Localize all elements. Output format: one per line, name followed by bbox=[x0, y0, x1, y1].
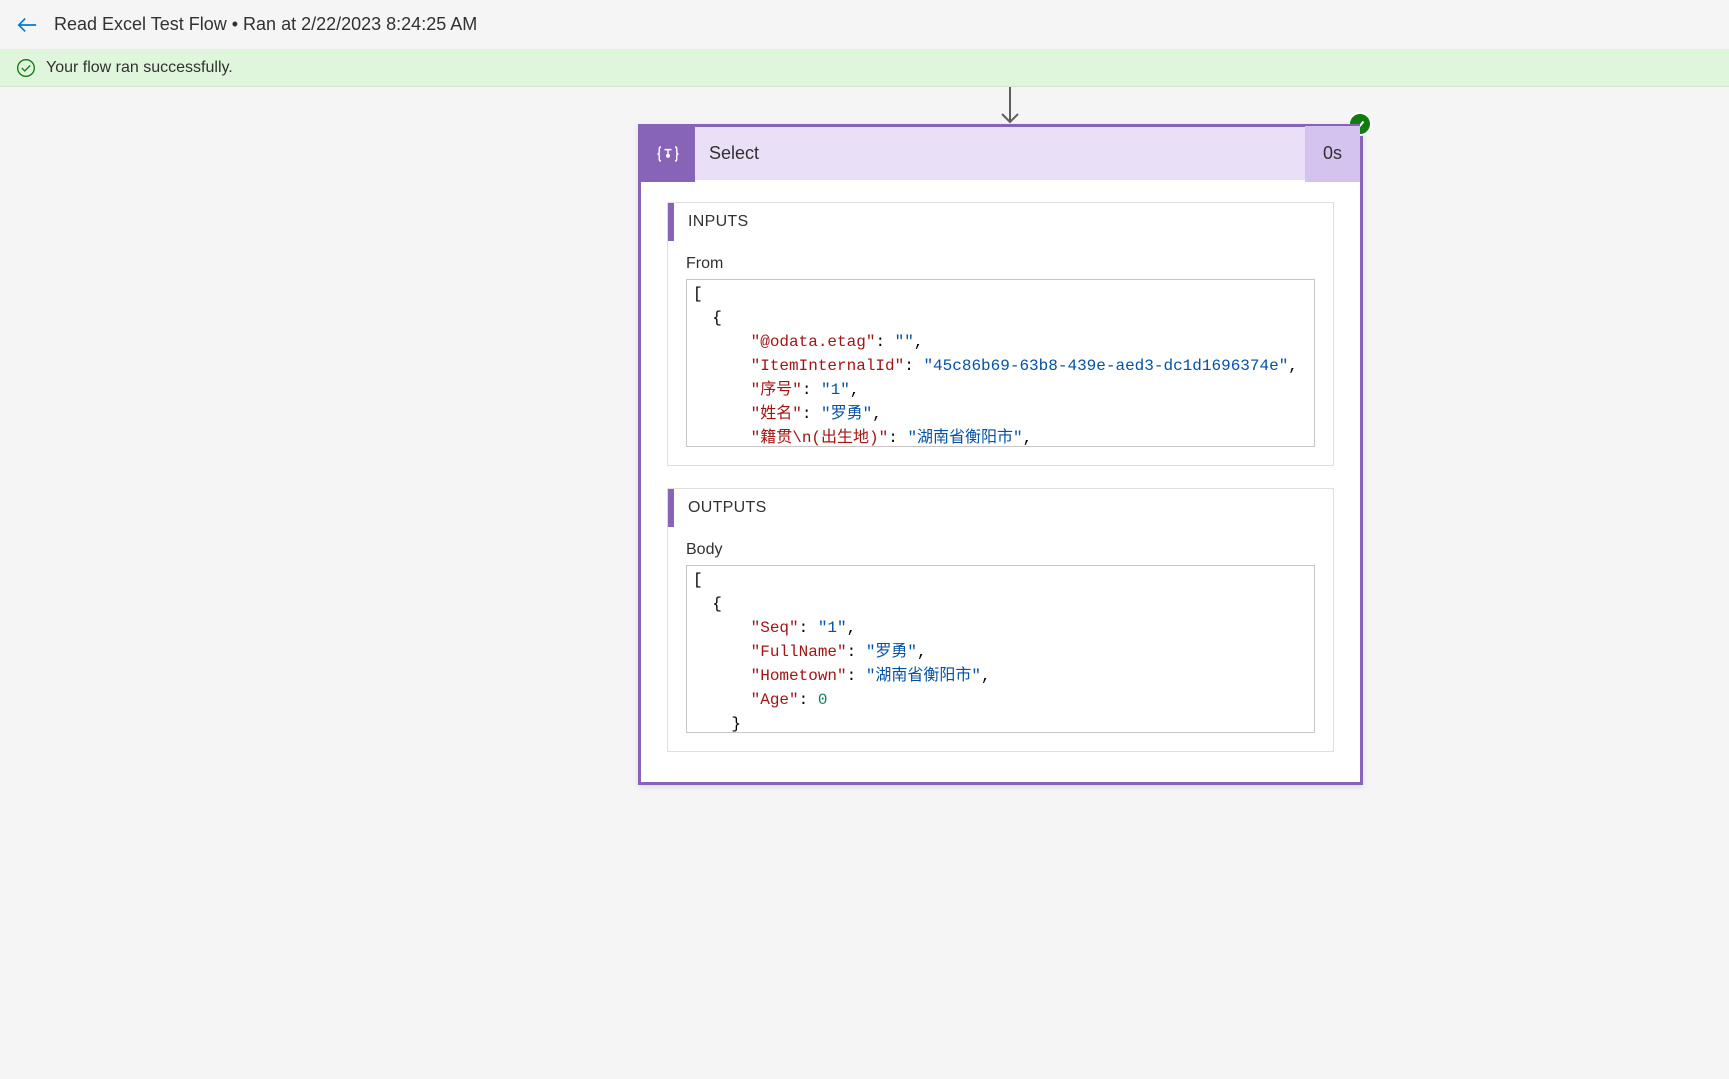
card-header[interactable]: Select 0s bbox=[641, 124, 1360, 180]
success-banner: Your flow ran successfully. bbox=[0, 49, 1729, 87]
body-label: Body bbox=[686, 541, 1315, 559]
inputs-section: INPUTS From [ { "@odata.etag": "", "Item… bbox=[667, 202, 1334, 466]
outputs-header: OUTPUTS bbox=[668, 489, 1333, 527]
arrow-down-icon bbox=[998, 87, 1022, 127]
from-label: From bbox=[686, 255, 1315, 273]
page-title: Read Excel Test Flow • Ran at 2/22/2023 … bbox=[54, 14, 477, 35]
card-duration: 0s bbox=[1305, 126, 1360, 182]
success-message: Your flow ran successfully. bbox=[46, 59, 233, 77]
outputs-section: OUTPUTS Body [ { "Seq": "1", "FullName":… bbox=[667, 488, 1334, 752]
back-button[interactable] bbox=[16, 14, 38, 36]
action-card-select[interactable]: Select 0s INPUTS From [ { "@odata.etag":… bbox=[638, 124, 1363, 785]
card-body: INPUTS From [ { "@odata.etag": "", "Item… bbox=[641, 180, 1360, 782]
checkmark-circle-icon bbox=[16, 58, 36, 78]
from-value-textarea[interactable]: [ { "@odata.etag": "", "ItemInternalId":… bbox=[686, 279, 1315, 447]
page-header: Read Excel Test Flow • Ran at 2/22/2023 … bbox=[0, 0, 1729, 49]
body-value-textarea[interactable]: [ { "Seq": "1", "FullName": "罗勇", "Homet… bbox=[686, 565, 1315, 733]
card-title: Select bbox=[695, 143, 1305, 164]
data-operation-icon bbox=[641, 126, 695, 182]
flow-canvas[interactable]: Select 0s INPUTS From [ { "@odata.etag":… bbox=[0, 87, 1729, 1079]
flow-connector-arrow bbox=[998, 87, 1022, 127]
inputs-header: INPUTS bbox=[668, 203, 1333, 241]
arrow-left-icon bbox=[16, 14, 38, 36]
